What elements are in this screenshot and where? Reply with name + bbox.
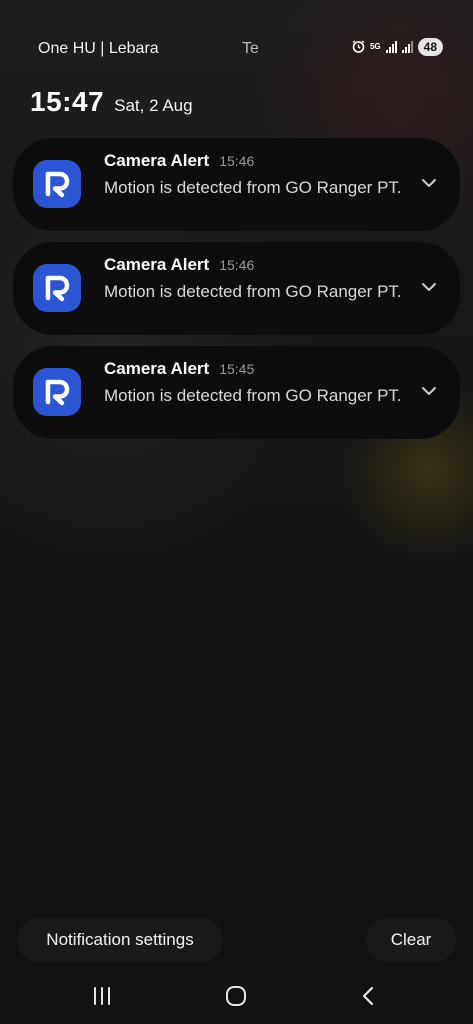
notification-body: Motion is detected from GO Ranger PT. — [104, 386, 402, 405]
chevron-down-icon[interactable] — [420, 176, 438, 190]
notification-title: Camera Alert — [104, 359, 210, 378]
status-icons: 5G 48 — [352, 38, 443, 56]
notification-time: 15:46 — [219, 257, 255, 273]
notification-card[interactable]: Camera Alert 15:46 Motion is detected fr… — [13, 242, 460, 335]
alarm-icon — [352, 39, 365, 55]
notification-title: Camera Alert — [104, 151, 210, 170]
notification-time: 15:45 — [219, 361, 255, 377]
recents-icon[interactable] — [88, 982, 116, 1010]
clock-row: 15:47 Sat, 2 Aug — [30, 86, 193, 118]
notification-header: Camera Alert 15:45 — [104, 359, 254, 379]
5g-icon: 5G — [369, 42, 381, 51]
battery-icon: 48 — [417, 38, 443, 56]
notification-card[interactable]: Camera Alert 15:45 Motion is detected fr… — [13, 346, 460, 439]
notification-title: Camera Alert — [104, 255, 210, 274]
signal-icon — [385, 41, 397, 53]
r-logo-icon — [33, 368, 81, 416]
clear-button[interactable]: Clear — [366, 918, 456, 962]
notification-shade: One HU | Lebara Te 5G 48 15:47 Sat, 2 Au… — [0, 0, 473, 1024]
status-center-text: Te — [242, 40, 258, 57]
notification-settings-button[interactable]: Notification settings — [17, 918, 223, 962]
notification-card[interactable]: Camera Alert 15:46 Motion is detected fr… — [13, 138, 460, 231]
notification-body: Motion is detected from GO Ranger PT. — [104, 282, 402, 301]
chevron-down-icon[interactable] — [420, 384, 438, 398]
back-icon[interactable] — [354, 982, 382, 1010]
chevron-down-icon[interactable] — [420, 280, 438, 294]
notification-time: 15:46 — [219, 153, 255, 169]
home-icon[interactable] — [222, 982, 250, 1010]
signal-icon — [401, 41, 413, 53]
navigation-bar — [0, 978, 473, 1014]
r-logo-icon — [33, 160, 81, 208]
status-bar: One HU | Lebara Te 5G 48 — [38, 36, 443, 64]
notification-header: Camera Alert 15:46 — [104, 151, 254, 171]
carrier-label: One HU | Lebara — [38, 40, 159, 57]
r-logo-icon — [33, 264, 81, 312]
notification-header: Camera Alert 15:46 — [104, 255, 254, 275]
notification-body: Motion is detected from GO Ranger PT. — [104, 178, 402, 197]
date: Sat, 2 Aug — [114, 96, 193, 115]
clock: 15:47 — [30, 86, 105, 117]
